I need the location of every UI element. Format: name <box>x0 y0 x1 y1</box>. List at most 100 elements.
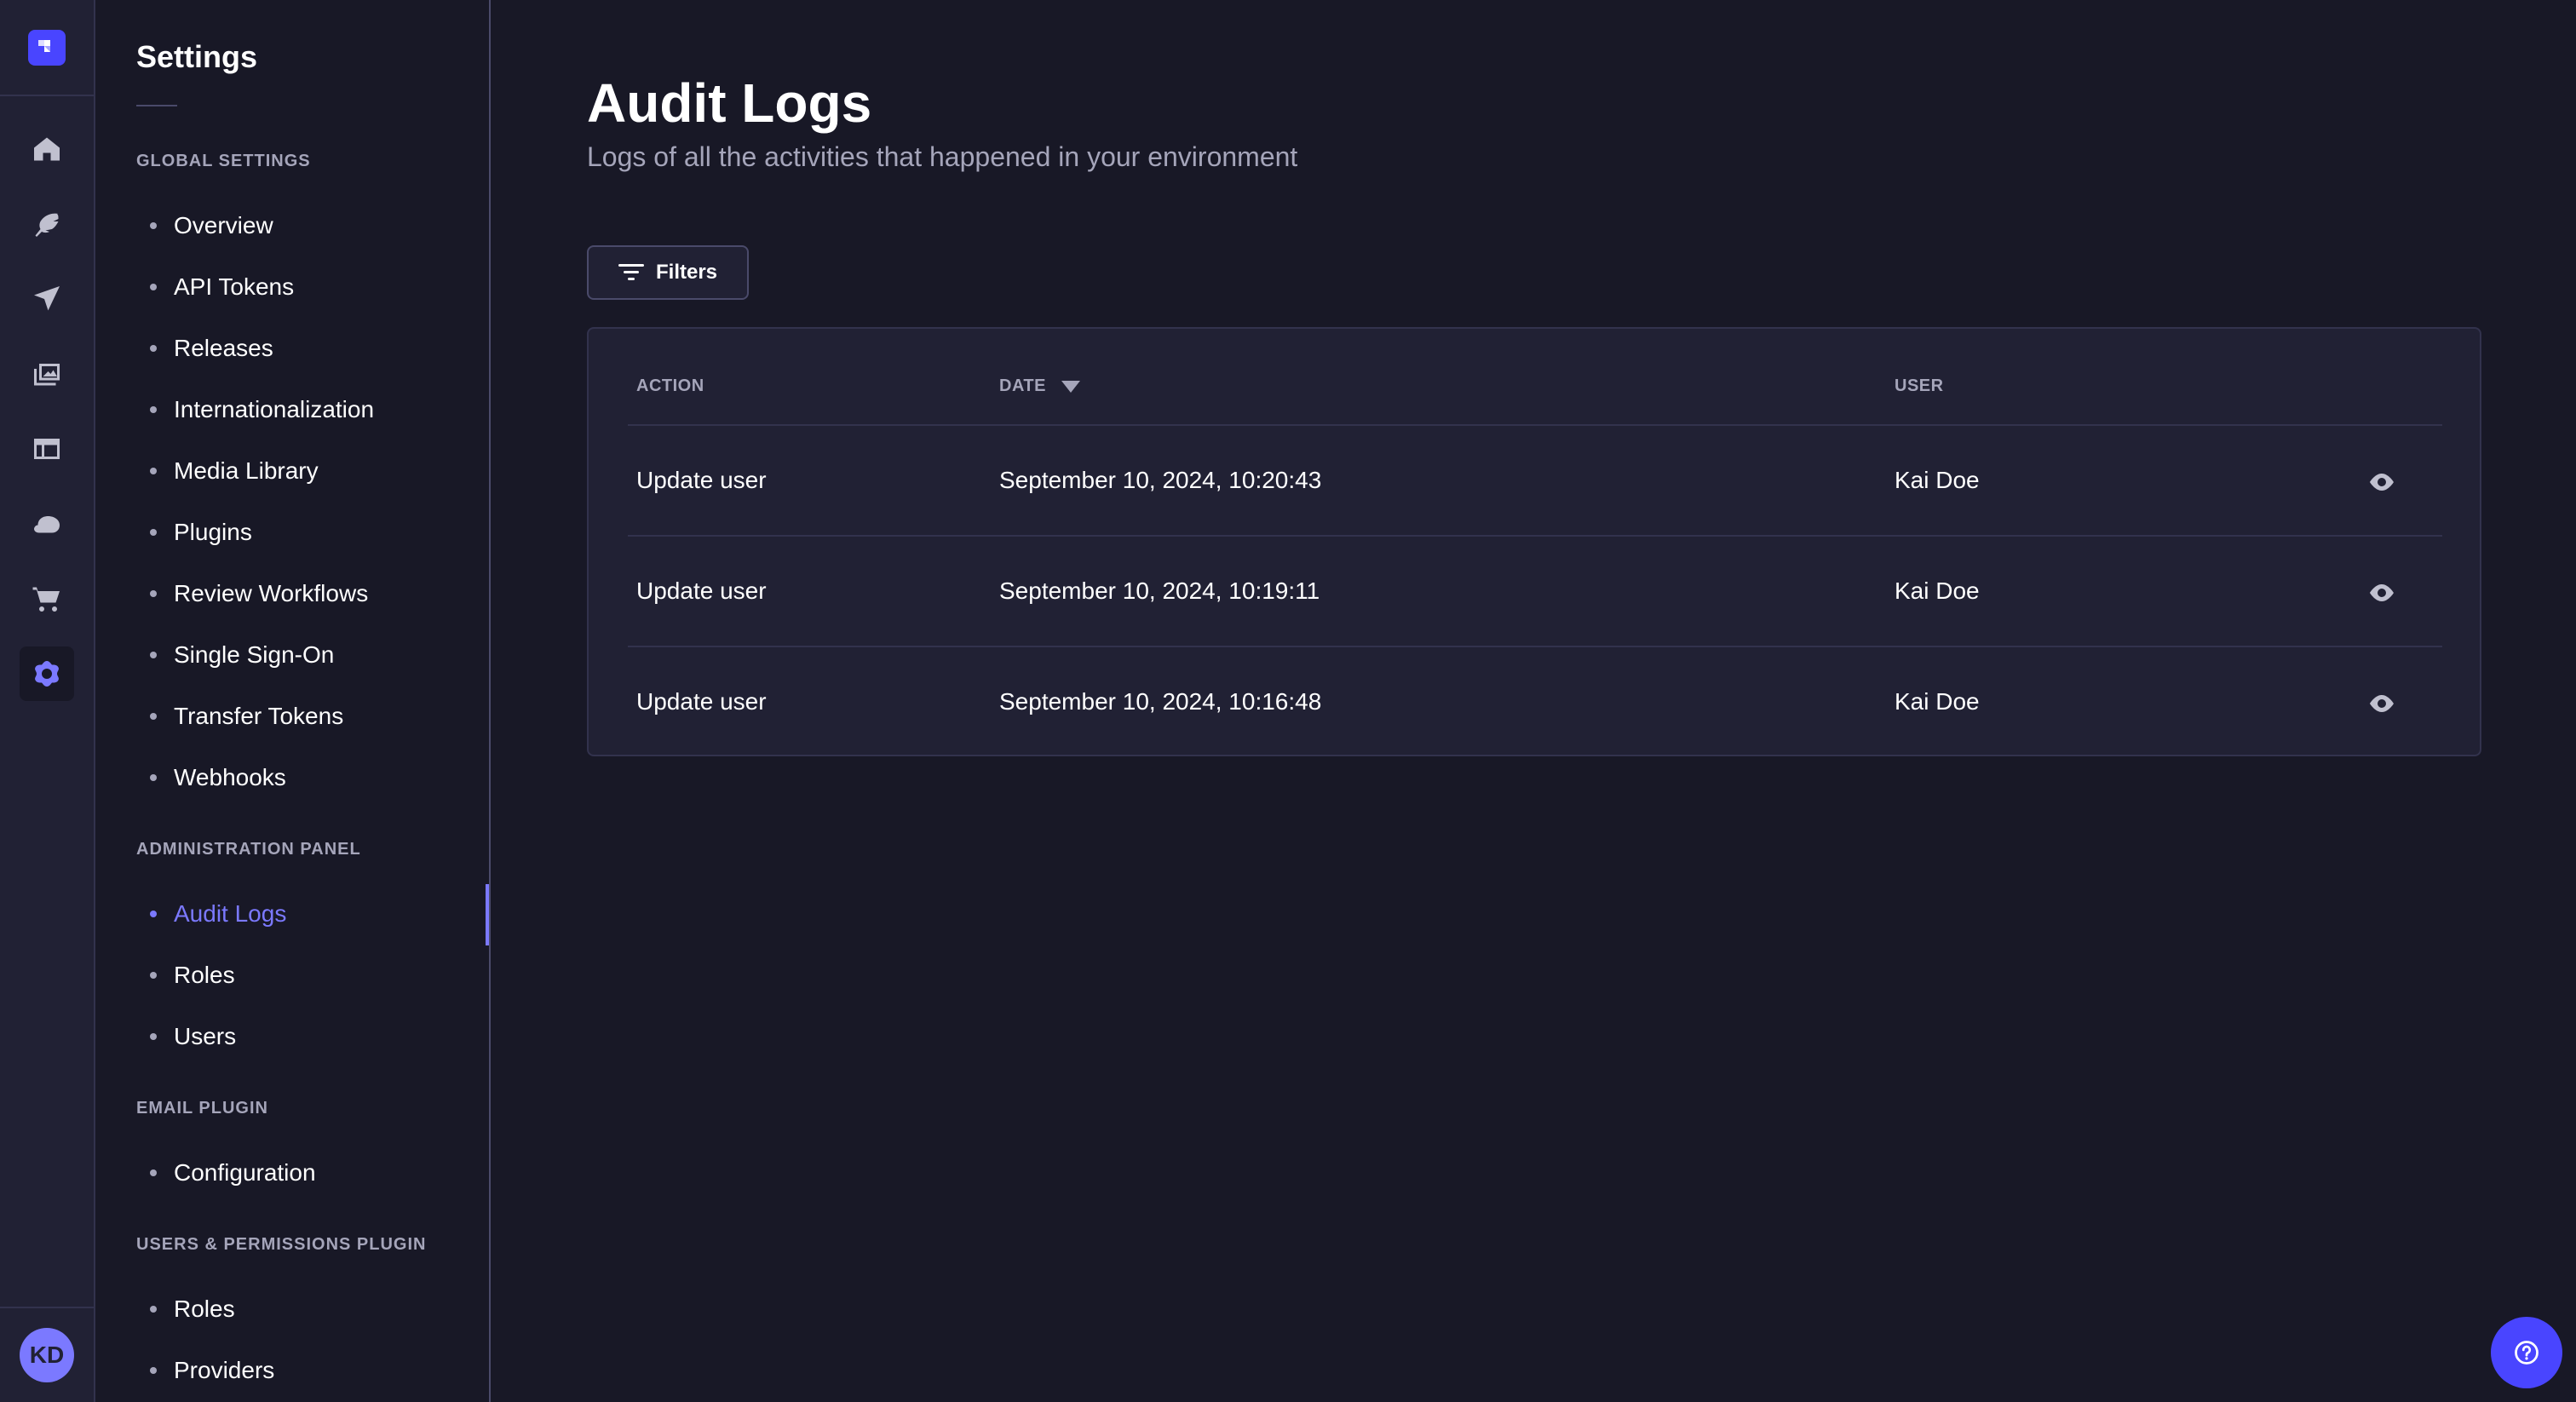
view-details-button[interactable] <box>2365 465 2399 499</box>
bullet-icon <box>150 590 157 597</box>
filters-button[interactable]: Filters <box>587 245 749 300</box>
section-label-users-permissions-plugin: Users & Permissions Plugin <box>136 1235 427 1254</box>
view-details-button[interactable] <box>2365 687 2399 721</box>
cell-date: September 10, 2024, 10:16:48 <box>999 688 1322 715</box>
active-item-indicator <box>486 884 489 945</box>
bullet-icon <box>150 1367 157 1374</box>
logo-area <box>0 0 94 96</box>
rail-item-content-manager[interactable] <box>20 197 74 251</box>
images-icon <box>34 364 60 386</box>
sidebar-item-label: Providers <box>174 1357 275 1383</box>
sidebar-item-label: Review Workflows <box>174 580 369 606</box>
sidebar-item-internationalization[interactable]: Internationalization <box>150 393 374 427</box>
bullet-icon <box>150 468 157 474</box>
sidebar-item-label: Configuration <box>174 1159 316 1186</box>
bullet-icon <box>150 1169 157 1176</box>
sidebar-item-overview[interactable]: Overview <box>150 209 273 243</box>
filters-button-label: Filters <box>655 261 718 284</box>
cell-action: Update user <box>636 688 767 715</box>
bullet-icon <box>150 972 157 979</box>
rail-item-settings[interactable] <box>20 646 74 701</box>
bullet-icon <box>150 222 157 229</box>
rail-item-deploy[interactable] <box>20 497 74 551</box>
section-label-email-plugin: Email Plugin <box>136 1099 268 1118</box>
sidebar-item-label: Media Library <box>174 457 319 484</box>
sidebar-item-api-tokens[interactable]: API Tokens <box>150 270 294 304</box>
sort-descending-icon <box>1061 380 1080 393</box>
bullet-icon <box>150 713 157 720</box>
bullet-icon <box>150 1033 157 1040</box>
user-menu-area: KD <box>0 1307 94 1402</box>
avatar[interactable]: KD <box>20 1328 74 1382</box>
rail-item-marketplace[interactable] <box>20 572 74 626</box>
eye-icon <box>2370 584 2394 601</box>
sidebar-item-label: Audit Logs <box>174 900 287 927</box>
gear-icon <box>35 661 59 687</box>
sidebar-item-audit-logs[interactable]: Audit Logs <box>150 897 286 931</box>
main-content: Audit Logs Logs of all the activities th… <box>491 0 2576 1402</box>
sidebar-item-releases[interactable]: Releases <box>150 331 273 365</box>
sidebar-item-email-configuration[interactable]: Configuration <box>150 1156 316 1190</box>
cell-date: September 10, 2024, 10:20:43 <box>999 467 1322 493</box>
feather-icon <box>35 213 59 237</box>
row-divider <box>628 535 2442 537</box>
column-header-date[interactable]: DATE <box>999 376 1080 396</box>
sidebar-item-single-sign-on[interactable]: Single Sign-On <box>150 638 334 672</box>
section-label-global-settings: Global Settings <box>136 152 311 170</box>
cell-user: Kai Doe <box>1895 577 1980 604</box>
section-label-administration-panel: Administration Panel <box>136 840 361 859</box>
sidebar-item-label: Plugins <box>174 519 252 545</box>
column-header-label: USER <box>1895 376 1944 395</box>
sidebar-item-label: Single Sign-On <box>174 641 335 668</box>
sidebar-item-users[interactable]: Users <box>150 1020 236 1054</box>
sidebar-item-label: Roles <box>174 1296 235 1322</box>
sidebar-item-review-workflows[interactable]: Review Workflows <box>150 577 368 611</box>
sidebar-item-media-library[interactable]: Media Library <box>150 454 319 488</box>
column-header-action[interactable]: ACTION <box>636 376 704 396</box>
sidebar-item-label: Internationalization <box>174 396 375 422</box>
bullet-icon <box>150 406 157 413</box>
sidebar-item-admin-roles[interactable]: Roles <box>150 958 235 992</box>
help-icon <box>2515 1341 2539 1365</box>
help-button[interactable] <box>2491 1317 2562 1388</box>
page-title: Audit Logs <box>587 72 872 134</box>
sidebar-item-label: Users <box>174 1023 237 1049</box>
bullet-icon <box>150 774 157 781</box>
sidebar-item-label: API Tokens <box>174 273 295 300</box>
column-header-label: ACTION <box>636 376 704 395</box>
sidebar-item-label: Releases <box>174 335 273 361</box>
bullet-icon <box>150 284 157 290</box>
sidebar-title-divider <box>136 105 177 106</box>
view-details-button[interactable] <box>2365 576 2399 610</box>
rail-item-media-library[interactable] <box>20 347 74 401</box>
filter-icon <box>618 264 644 280</box>
bullet-icon <box>150 1306 157 1313</box>
sidebar-item-label: Webhooks <box>174 764 286 790</box>
settings-sidebar: Settings Global Settings Overview API To… <box>95 0 491 1402</box>
sidebar-item-up-roles[interactable]: Roles <box>150 1292 235 1326</box>
sidebar-item-webhooks[interactable]: Webhooks <box>150 761 286 795</box>
cart-icon <box>32 587 60 612</box>
rail-item-home[interactable] <box>20 122 74 176</box>
rail-item-content-type-builder[interactable] <box>20 422 74 476</box>
eye-icon <box>2370 474 2394 491</box>
cell-user: Kai Doe <box>1895 467 1980 493</box>
bullet-icon <box>150 345 157 352</box>
audit-logs-table: ACTION DATE USER Update user September 1… <box>587 327 2481 756</box>
sidebar-item-label: Overview <box>174 212 273 238</box>
main-nav-rail: KD <box>0 0 95 1402</box>
sidebar-item-label: Transfer Tokens <box>174 703 344 729</box>
bullet-icon <box>150 529 157 536</box>
paper-plane-icon <box>34 286 60 311</box>
cell-action: Update user <box>636 467 767 493</box>
sidebar-item-transfer-tokens[interactable]: Transfer Tokens <box>150 699 343 733</box>
sidebar-item-label: Roles <box>174 962 235 988</box>
sidebar-title: Settings <box>136 39 258 74</box>
sidebar-item-providers[interactable]: Providers <box>150 1353 274 1388</box>
sidebar-item-plugins[interactable]: Plugins <box>150 515 252 549</box>
strapi-logo-icon[interactable] <box>28 29 66 66</box>
rail-item-releases[interactable] <box>20 272 74 326</box>
bullet-icon <box>150 911 157 917</box>
column-header-user[interactable]: USER <box>1895 376 1944 396</box>
rail-nav-list <box>0 96 94 721</box>
